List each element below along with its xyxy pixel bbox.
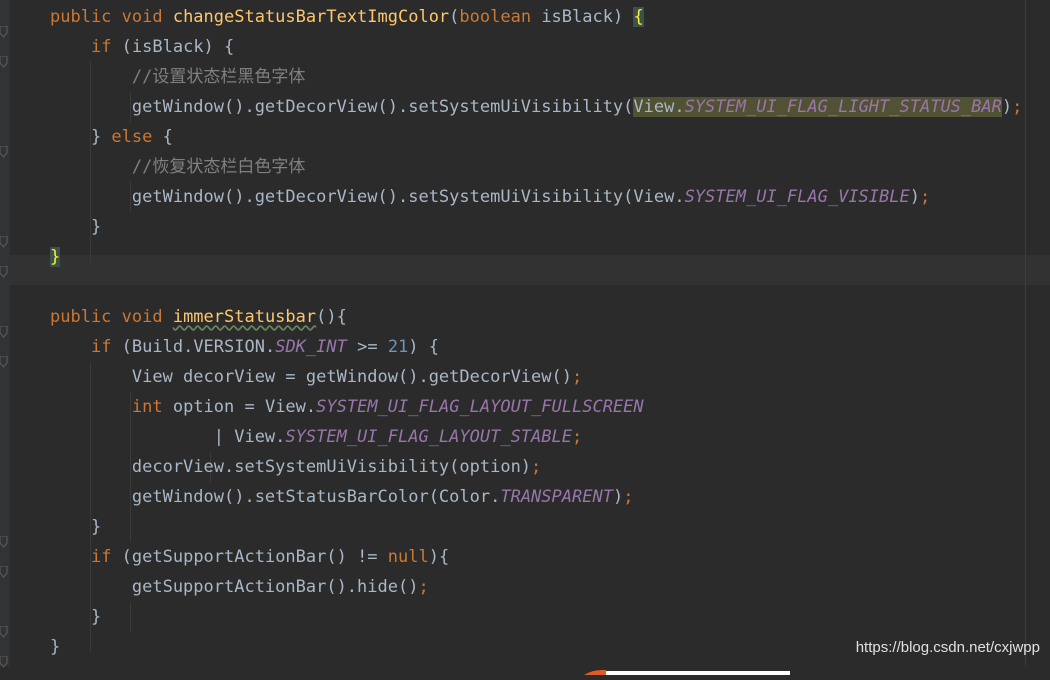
- code-token: ){: [428, 547, 450, 567]
- fold-icon[interactable]: [0, 326, 8, 338]
- code-line[interactable]: //恢复状态栏白色字体: [50, 152, 305, 182]
- code-token: (getSupportActionBar() !=: [121, 547, 388, 567]
- code-token: View.: [633, 97, 685, 117]
- code-line[interactable]: }: [50, 212, 101, 242]
- code-token: //恢复状态栏白色字体: [131, 157, 306, 177]
- fold-icon[interactable]: [0, 566, 8, 578]
- code-token: SDK_INT: [275, 337, 347, 357]
- code-token: changeStatusBarTextImgColor: [172, 7, 450, 27]
- fold-icon[interactable]: [0, 146, 8, 158]
- fold-icon[interactable]: [0, 356, 8, 368]
- watermark: https://blog.csdn.net/cxjwpp: [855, 639, 1040, 656]
- code-token: getSupportActionBar().hide(): [50, 577, 419, 597]
- code-token: (){: [316, 307, 347, 327]
- code-token: if: [90, 37, 122, 57]
- code-line[interactable]: getWindow().getDecorView().setSystemUiVi…: [50, 92, 1022, 122]
- code-line[interactable]: getWindow().setStatusBarColor(Color.TRAN…: [50, 482, 634, 512]
- code-token: isBlack): [541, 7, 634, 27]
- code-token: }: [50, 637, 61, 657]
- indent-guide: [130, 602, 131, 632]
- right-margin-guide: [1025, 0, 1026, 666]
- fold-icon[interactable]: [0, 26, 8, 38]
- code-line[interactable]: public void changeStatusBarTextImgColor(…: [50, 2, 644, 32]
- code-line[interactable]: }: [50, 632, 60, 662]
- current-line-highlight: [10, 255, 1050, 285]
- code-token: 21: [387, 337, 409, 357]
- code-token: ;: [623, 487, 634, 507]
- code-line[interactable]: View decorView = getWindow().getDecorVie…: [50, 362, 582, 392]
- code-token: getWindow().getDecorView().setSystemUiVi…: [50, 97, 634, 117]
- fold-icon[interactable]: [0, 626, 8, 638]
- code-token: public void: [50, 7, 173, 27]
- code-token: ;: [1012, 97, 1023, 117]
- code-line[interactable]: getSupportActionBar().hide();: [50, 572, 429, 602]
- code-token: (: [449, 7, 460, 27]
- code-token: SYSTEM_UI_FLAG_LIGHT_STATUS_BAR: [684, 97, 1002, 117]
- code-line[interactable]: }: [50, 602, 101, 632]
- code-line[interactable]: int option = View.SYSTEM_UI_FLAG_LAYOUT_…: [50, 392, 644, 422]
- code-line[interactable]: }: [50, 242, 61, 272]
- fold-icon[interactable]: [0, 536, 8, 548]
- code-token: }: [50, 127, 112, 147]
- fold-icon[interactable]: [0, 56, 8, 68]
- code-line[interactable]: //设置状态栏黑色字体: [50, 62, 305, 92]
- code-token: | View.: [50, 427, 286, 447]
- code-token: else: [111, 127, 163, 147]
- code-line[interactable]: getWindow().getDecorView().setSystemUiVi…: [50, 182, 930, 212]
- code-line[interactable]: }: [50, 512, 101, 542]
- code-token: SYSTEM_UI_FLAG_LAYOUT_FULLSCREEN: [316, 397, 644, 417]
- fold-icon[interactable]: [0, 656, 8, 668]
- code-token: immerStatusbar: [172, 307, 317, 327]
- code-token: ): [1001, 97, 1013, 117]
- code-token: boolean: [459, 7, 542, 27]
- code-token: {: [633, 7, 644, 27]
- code-token: getWindow().setStatusBarColor(Color.: [50, 487, 501, 507]
- code-token: >=: [346, 337, 388, 357]
- code-token: null: [387, 547, 429, 567]
- code-token: int: [131, 397, 173, 417]
- code-line[interactable]: decorView.setSystemUiVisibility(option);: [50, 452, 541, 482]
- code-token: //设置状态栏黑色字体: [131, 67, 306, 87]
- fold-icon[interactable]: [0, 266, 8, 278]
- code-token: public void: [50, 307, 173, 327]
- code-token: ): [909, 187, 920, 207]
- code-token: }: [50, 517, 102, 537]
- code-token: }: [50, 607, 102, 627]
- code-token: View decorView = getWindow().getDecorVie…: [50, 367, 572, 387]
- code-token: ): [612, 487, 624, 507]
- code-token: {: [162, 127, 173, 147]
- code-token: SYSTEM_UI_FLAG_LAYOUT_STABLE: [285, 427, 572, 447]
- code-line[interactable]: public void immerStatusbar(){: [50, 302, 347, 332]
- code-token: }: [50, 217, 102, 237]
- code-token: if: [90, 547, 122, 567]
- code-token: ;: [571, 367, 583, 387]
- corner-decoration: [584, 660, 790, 675]
- code-token: if: [90, 337, 122, 357]
- code-token: SYSTEM_UI_FLAG_VISIBLE: [684, 187, 910, 207]
- code-token: ;: [531, 457, 542, 477]
- code-token: ;: [919, 187, 931, 207]
- code-line[interactable]: if (getSupportActionBar() != null){: [50, 542, 449, 572]
- code-line[interactable]: | View.SYSTEM_UI_FLAG_LAYOUT_STABLE;: [50, 422, 582, 452]
- fold-icon[interactable]: [0, 236, 8, 248]
- code-token: ;: [571, 427, 583, 447]
- code-token: (isBlack) {: [121, 37, 235, 57]
- code-token: getWindow().getDecorView().setSystemUiVi…: [50, 187, 685, 207]
- code-token: (Build.VERSION.: [121, 337, 276, 357]
- code-line[interactable]: if (Build.VERSION.SDK_INT >= 21) {: [50, 332, 439, 362]
- code-line[interactable]: } else {: [50, 122, 173, 152]
- code-token: ) {: [408, 337, 440, 357]
- code-token: decorView.setSystemUiVisibility(option): [50, 457, 532, 477]
- code-token: }: [50, 247, 61, 267]
- code-line[interactable]: if (isBlack) {: [50, 32, 234, 62]
- code-token: TRANSPARENT: [500, 487, 613, 507]
- code-token: ;: [418, 577, 429, 597]
- code-token: option = View.: [172, 397, 317, 417]
